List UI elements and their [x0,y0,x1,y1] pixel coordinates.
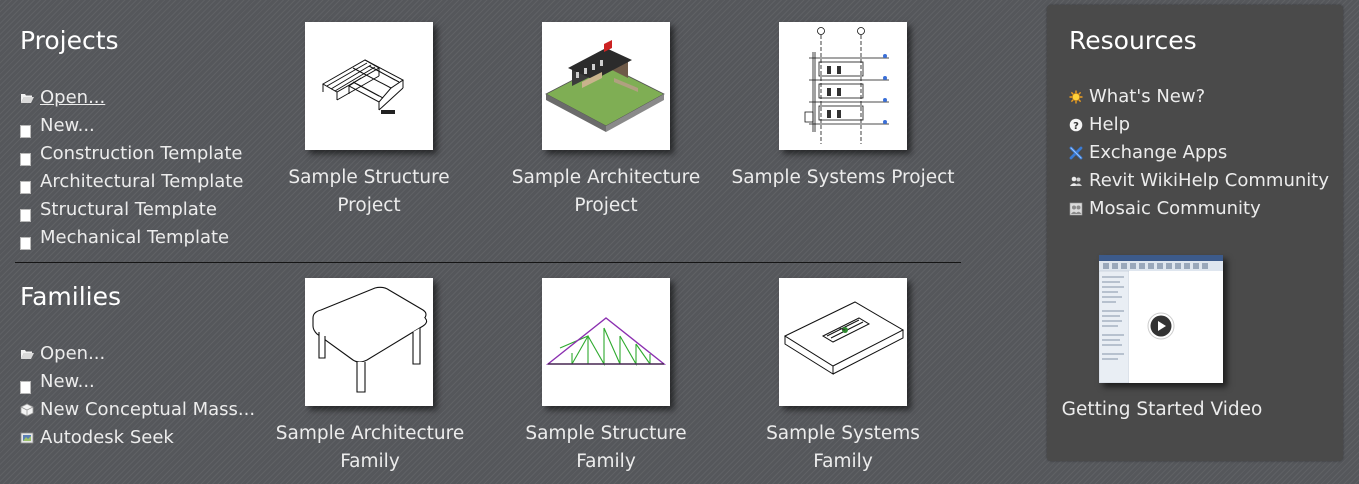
truss-icon [545,317,667,367]
sample-structure-family-label: Sample Structure Family [525,423,687,472]
families-link-list: Open... New... New Conceptual Mass... Au… [20,340,255,452]
sample-architecture-family-thumbnail [305,278,433,406]
help-link[interactable]: ? Help [1069,111,1329,139]
cube-icon [20,403,34,417]
sample-systems-project-card[interactable]: Sample Systems Project [731,22,955,202]
sun-icon [1069,90,1083,104]
sample-structure-project-label: Sample Structure Project [288,167,450,216]
families-new-label: New... [40,371,95,392]
folder-open-icon [21,350,34,359]
construction-template-link[interactable]: Construction Template [20,140,243,168]
mosaic-icon [1069,202,1083,216]
svg-text:?: ? [1073,121,1079,132]
resources-panel: Resources What's New? ? Help Exchange Ap… [1047,5,1343,461]
structural-template-label: Structural Template [40,199,217,220]
new-conceptual-mass-link[interactable]: New Conceptual Mass... [20,396,255,424]
sample-structure-family-thumbnail [542,278,670,406]
sample-systems-family-label: Sample Systems Family [766,423,920,472]
seek-icon [20,432,34,444]
sample-systems-family-thumbnail [779,278,907,406]
resources-link-list: What's New? ? Help Exchange Apps Revit W… [1069,83,1329,223]
architectural-template-label: Architectural Template [40,171,244,192]
document-icon [20,237,31,250]
getting-started-video-thumbnail[interactable] [1099,255,1223,383]
document-icon [20,125,31,138]
sample-systems-project-thumbnail [779,22,907,150]
sample-structure-project-thumbnail [305,22,433,150]
projects-link-list: Open... New... Construction Template Arc… [20,84,243,252]
diffuser-icon [783,301,905,375]
mechanical-template-label: Mechanical Template [40,227,230,248]
folder-open-icon [21,94,34,103]
sample-architecture-family-card[interactable]: Sample Architecture Family [270,278,470,478]
exchange-apps-label: Exchange Apps [1089,142,1228,163]
sample-architecture-project-thumbnail [542,22,670,150]
projects-open-label: Open... [40,87,106,108]
architectural-template-link[interactable]: Architectural Template [20,168,243,196]
revit-wikihelp-community-label: Revit WikiHelp Community [1089,170,1329,191]
community-icon [1070,176,1082,186]
projects-heading: Projects [20,26,119,55]
mosaic-community-link[interactable]: Mosaic Community [1069,195,1329,223]
video-screenshot-icon [1099,255,1223,383]
systems-section-icon [804,27,889,144]
revit-wikihelp-community-link[interactable]: Revit WikiHelp Community [1069,167,1329,195]
new-conceptual-mass-label: New Conceptual Mass... [40,399,256,420]
whats-new-link[interactable]: What's New? [1069,83,1329,111]
document-icon [20,381,31,394]
getting-started-video-label[interactable]: Getting Started Video [1047,396,1277,424]
mosaic-community-label: Mosaic Community [1089,198,1261,219]
sample-systems-family-card[interactable]: Sample Systems Family [734,278,952,472]
families-new-link[interactable]: New... [20,368,255,396]
sample-architecture-project-label: Sample Architecture Project [511,167,701,216]
sample-systems-project-label: Sample Systems Project [731,167,955,188]
table-icon [312,286,428,393]
autodesk-seek-link[interactable]: Autodesk Seek [20,424,255,452]
document-icon [20,181,31,194]
exchange-apps-link[interactable]: Exchange Apps [1069,139,1329,167]
resources-heading: Resources [1069,26,1197,55]
architecture-model-icon [545,40,665,132]
sample-architecture-family-label: Sample Architecture Family [275,423,465,472]
families-heading: Families [20,282,122,311]
help-label: Help [1089,114,1131,135]
help-icon: ? [1069,118,1083,132]
construction-template-label: Construction Template [40,143,243,164]
sample-structure-family-card[interactable]: Sample Structure Family [496,278,716,472]
structural-template-link[interactable]: Structural Template [20,196,243,224]
document-icon [20,209,31,222]
projects-new-link[interactable]: New... [20,112,243,140]
mechanical-template-link[interactable]: Mechanical Template [20,224,243,252]
sample-architecture-project-card[interactable]: Sample Architecture Project [494,22,718,230]
structure-model-icon [321,59,404,114]
projects-open-link[interactable]: Open... [20,84,243,112]
section-divider [15,262,961,263]
document-icon [20,153,31,166]
whats-new-label: What's New? [1089,86,1206,107]
families-open-link[interactable]: Open... [20,340,255,368]
exchange-icon [1069,146,1083,160]
sample-structure-project-card[interactable]: Sample Structure Project [256,22,482,216]
families-open-label: Open... [40,343,106,364]
projects-new-label: New... [40,115,95,136]
autodesk-seek-label: Autodesk Seek [40,427,174,448]
